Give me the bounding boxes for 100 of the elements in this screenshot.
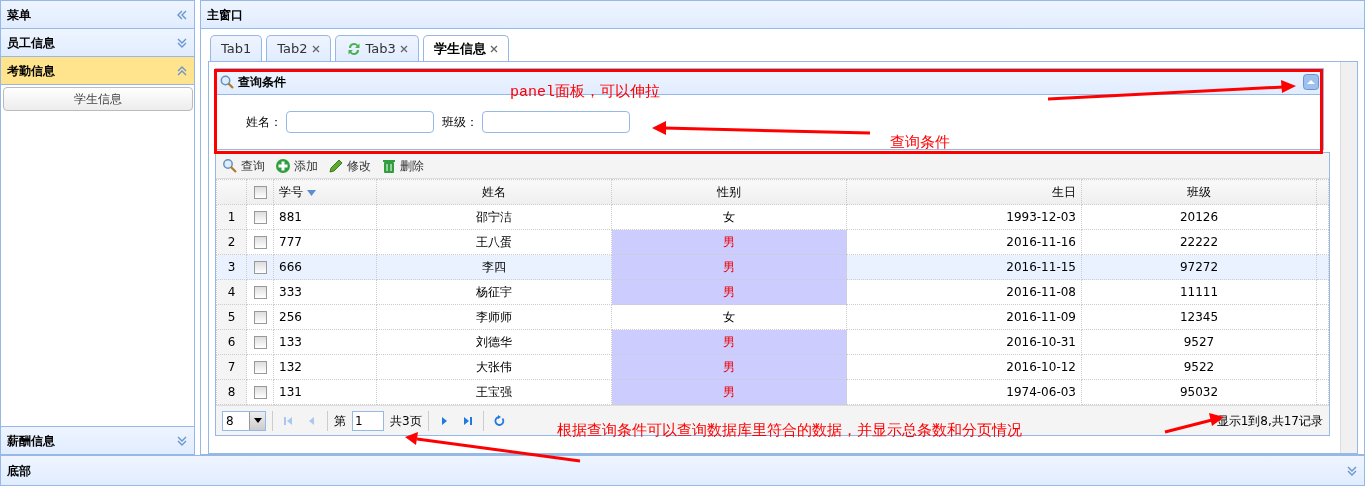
table-cell: 133	[273, 329, 377, 355]
table-row[interactable]: 3 666 李四 男 2016-11-15 97272	[216, 254, 1329, 280]
page-size-select[interactable]: 8	[222, 410, 266, 431]
table-cell: 22222	[1081, 229, 1317, 255]
toolbar-button[interactable]: 查询	[222, 156, 265, 175]
panel-title: 底部	[7, 462, 31, 480]
row-number: 4	[216, 279, 247, 305]
tab[interactable]: Tab1	[210, 35, 263, 61]
row-number: 1	[216, 204, 247, 230]
checkbox[interactable]	[253, 386, 267, 399]
table-cell: 333	[273, 279, 377, 305]
table-cell: 1993-12-03	[846, 204, 1082, 230]
accordion-header[interactable]: 薪酬信息	[1, 426, 194, 454]
expand-icon[interactable]	[1346, 464, 1358, 477]
table-cell: 2016-11-15	[846, 254, 1082, 280]
annotation-text: panel面板，可以伸拉	[510, 82, 660, 103]
column-header[interactable]: 性别	[717, 185, 741, 199]
tab[interactable]: Tab3	[334, 35, 419, 61]
first-page-icon	[282, 414, 294, 427]
table-cell: 男	[611, 329, 847, 355]
toolbar-button[interactable]: 添加	[275, 156, 318, 175]
annotation-text: 查询条件	[890, 132, 950, 153]
close-icon[interactable]	[489, 45, 498, 53]
row-number: 8	[216, 379, 247, 405]
sidebar-title: 菜单	[7, 6, 31, 24]
accordion-header[interactable]: 考勤信息	[1, 57, 194, 85]
table-cell: 大张伟	[376, 354, 612, 380]
table-row[interactable]: 5 256 李师师 女 2016-11-09 12345	[216, 304, 1329, 330]
toolbar-button[interactable]: 修改	[328, 156, 371, 175]
collapse-icon[interactable]	[176, 64, 188, 77]
table-cell: 1974-06-03	[846, 379, 1082, 405]
input-field[interactable]	[482, 111, 630, 133]
scrollbar[interactable]	[1340, 62, 1357, 453]
section-title: 薪酬信息	[7, 432, 55, 450]
row-number: 2	[216, 229, 247, 255]
checkbox[interactable]	[253, 361, 267, 374]
close-icon[interactable]	[399, 44, 408, 53]
toolbar-button[interactable]: 删除	[381, 156, 424, 175]
panel-title: 主窗口	[207, 6, 243, 24]
table-cell: 2016-11-08	[846, 279, 1082, 305]
row-number: 5	[216, 304, 247, 330]
caret-icon	[253, 418, 262, 423]
row-number: 3	[216, 254, 247, 280]
table-row[interactable]: 1 881 邵宁洁 女 1993-12-03 20126	[216, 204, 1329, 230]
table-cell: 777	[273, 229, 377, 255]
last-page-icon	[461, 414, 474, 427]
tab[interactable]: Tab2	[266, 35, 331, 61]
table-cell: 2016-11-09	[846, 304, 1082, 330]
table-cell: 97272	[1081, 254, 1317, 280]
table-cell: 王宝强	[376, 379, 612, 405]
table-cell: 刘德华	[376, 329, 612, 355]
plus-icon	[275, 157, 291, 174]
table-cell: 256	[273, 304, 377, 330]
page-label: 第	[334, 412, 346, 430]
table-cell: 杨征宇	[376, 279, 612, 305]
expand-icon[interactable]	[176, 434, 188, 447]
table-cell: 男	[611, 379, 847, 405]
column-header[interactable]: 生日	[1052, 185, 1076, 199]
collapse-button[interactable]	[1303, 73, 1319, 90]
table-row[interactable]: 7 132 大张伟 男 2016-10-12 9522	[216, 354, 1329, 380]
page-input[interactable]: 1	[352, 410, 384, 431]
table-row[interactable]: 2 777 王八蛋 男 2016-11-16 22222	[216, 229, 1329, 255]
column-header[interactable]: 班级	[1187, 185, 1211, 199]
table-cell: 2016-10-12	[846, 354, 1082, 380]
collapse-icon[interactable]	[176, 8, 188, 21]
section-title: 员工信息	[7, 34, 55, 52]
table-cell: 20126	[1081, 204, 1317, 230]
expand-icon[interactable]	[176, 36, 188, 49]
table-row[interactable]: 4 333 杨征宇 男 2016-11-08 11111	[216, 279, 1329, 305]
menu-item[interactable]: 学生信息	[2, 87, 193, 111]
accordion-header[interactable]: 员工信息	[1, 29, 194, 57]
table-row[interactable]: 6 133 刘德华 男 2016-10-31 9527	[216, 329, 1329, 355]
field-label: 姓名：	[246, 114, 282, 131]
row-number: 7	[216, 354, 247, 380]
checkbox[interactable]	[253, 336, 267, 349]
column-header[interactable]: 姓名	[482, 185, 506, 199]
close-icon[interactable]	[311, 44, 320, 53]
table-cell: 男	[611, 354, 847, 380]
pencil-icon	[328, 157, 344, 174]
checkbox[interactable]	[253, 261, 267, 274]
table-cell: 李四	[376, 254, 612, 280]
column-header[interactable]: 学号	[279, 185, 316, 199]
input-field[interactable]	[286, 111, 434, 133]
checkbox[interactable]	[253, 236, 267, 249]
table-row[interactable]: 8 131 王宝强 男 1974-06-03 95032	[216, 379, 1329, 405]
trash-icon	[381, 157, 397, 174]
search-icon	[222, 157, 238, 174]
table-cell: 女	[611, 204, 847, 230]
tab[interactable]: 学生信息	[422, 35, 509, 62]
table-cell: 132	[273, 354, 377, 380]
checkbox[interactable]	[253, 186, 267, 199]
section-title: 考勤信息	[7, 62, 55, 80]
checkbox[interactable]	[253, 311, 267, 324]
annotation-text: 根据查询条件可以查询数据库里符合的数据，并显示总条数和分页情况	[557, 420, 1022, 441]
search-icon	[220, 74, 234, 89]
checkbox[interactable]	[253, 211, 267, 224]
table-cell: 男	[611, 279, 847, 305]
table-cell: 12345	[1081, 304, 1317, 330]
checkbox[interactable]	[253, 286, 267, 299]
panel-title: 查询条件	[238, 73, 286, 91]
